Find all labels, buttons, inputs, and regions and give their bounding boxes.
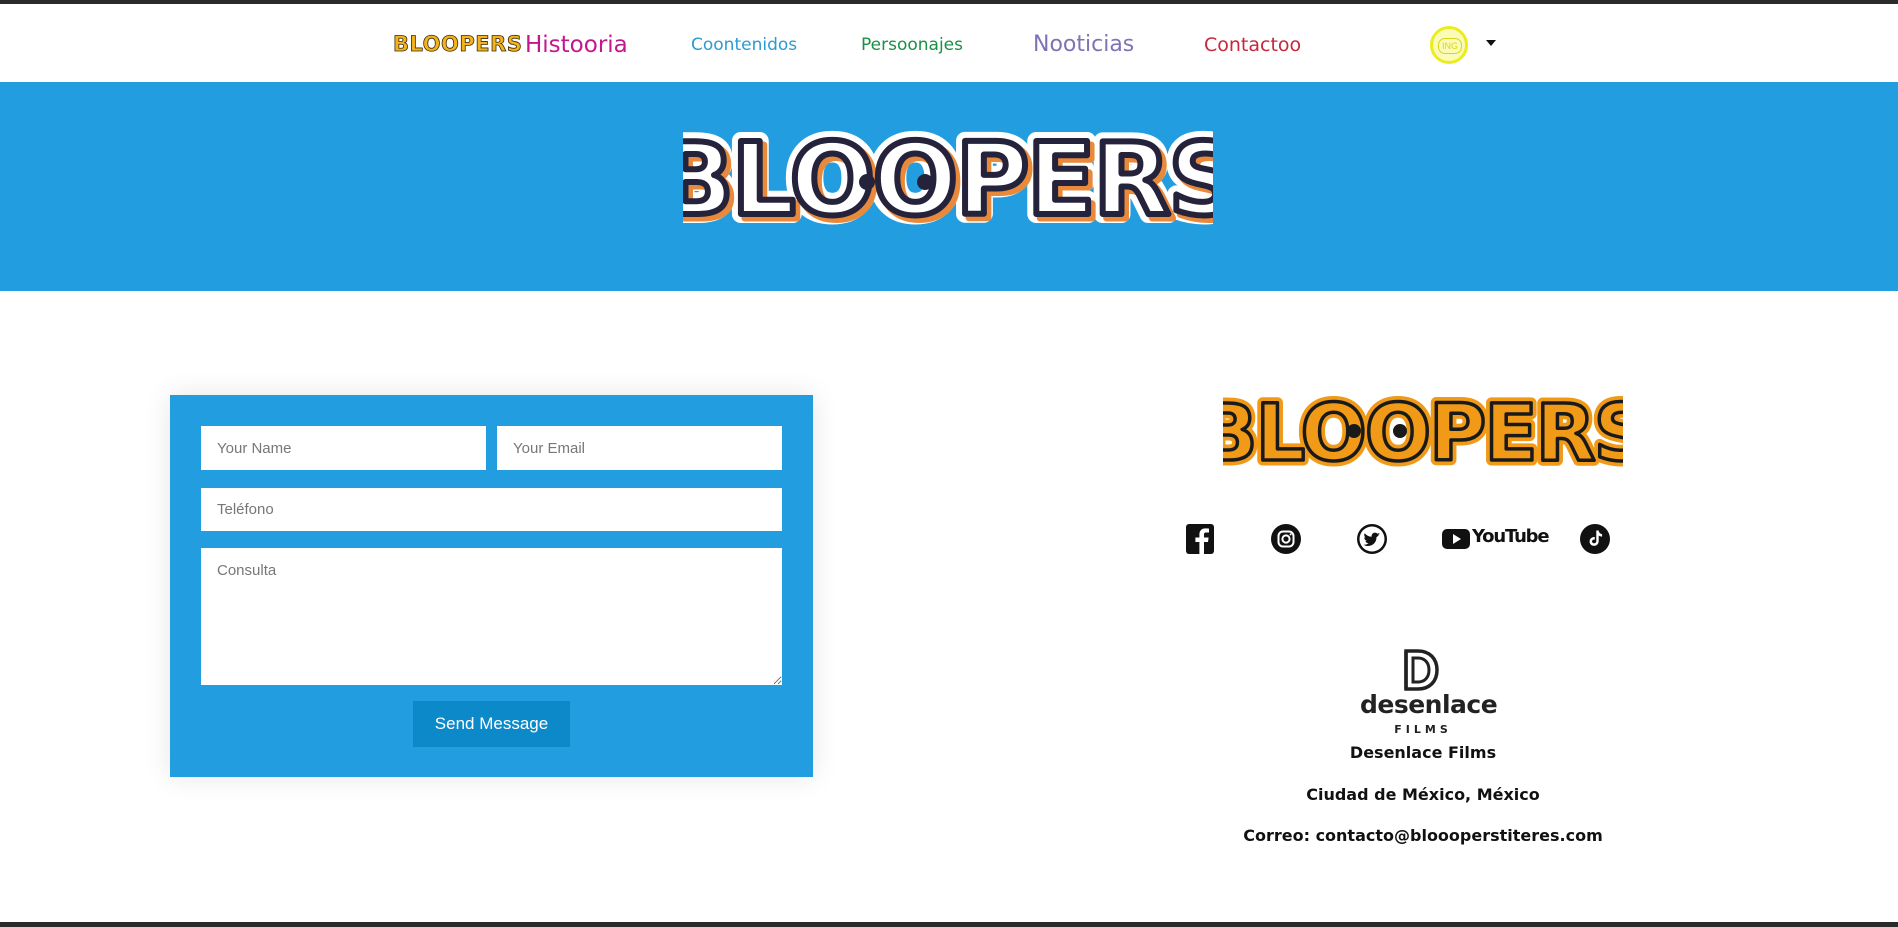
twitter-icon[interactable]: [1356, 523, 1388, 555]
message-textarea[interactable]: [201, 548, 782, 685]
nav-item-contacto[interactable]: Contactoo: [1204, 34, 1301, 56]
instagram-icon[interactable]: [1270, 523, 1302, 555]
facebook-icon[interactable]: [1185, 523, 1215, 555]
contact-form: Send Message: [170, 395, 813, 777]
caret-down-icon[interactable]: [1486, 40, 1496, 46]
tiktok-icon[interactable]: [1579, 523, 1611, 555]
email-input[interactable]: [497, 426, 782, 470]
desenlace-wordmark: desenlace: [1360, 690, 1498, 719]
name-input[interactable]: [201, 426, 486, 470]
company-name: Desenlace Films: [1349, 743, 1497, 762]
send-message-button[interactable]: Send Message: [413, 701, 570, 747]
language-selector[interactable]: ING: [1430, 26, 1468, 64]
phone-input[interactable]: [201, 488, 782, 531]
top-navbar: BLOOPERS Histooria Coontenidos Persoonaj…: [0, 4, 1898, 82]
footer-bloopers-logo: BLOOPERS BLOOPERS: [1223, 388, 1623, 470]
nav-item-personajes[interactable]: Persoonajes: [861, 35, 963, 55]
company-email: Correo: contacto@bloooperstiteres.com: [1243, 826, 1603, 845]
youtube-label: YouTube: [1472, 526, 1550, 547]
nav-logo[interactable]: BLOOPERS: [393, 32, 523, 57]
bottom-border: [0, 922, 1898, 927]
speech-bubble-icon: ING: [1438, 38, 1462, 54]
hero-bloopers-logo: BLOOPERS BLOOPERS BLOOPERS: [683, 122, 1213, 232]
company-city: Ciudad de México, México: [1306, 785, 1540, 804]
desenlace-films-wordmark: FILMS: [1394, 723, 1452, 736]
desenlace-d-logo: [1404, 649, 1439, 691]
nav-item-contenidos[interactable]: Coontenidos: [691, 35, 797, 55]
svg-text:BLOOPERS: BLOOPERS: [1223, 389, 1623, 470]
nav-item-noticias[interactable]: Nooticias: [1033, 32, 1134, 57]
svg-text:BLOOPERS: BLOOPERS: [683, 122, 1213, 232]
nav-item-historia[interactable]: Histooria: [525, 32, 628, 58]
youtube-icon: [1442, 529, 1470, 549]
